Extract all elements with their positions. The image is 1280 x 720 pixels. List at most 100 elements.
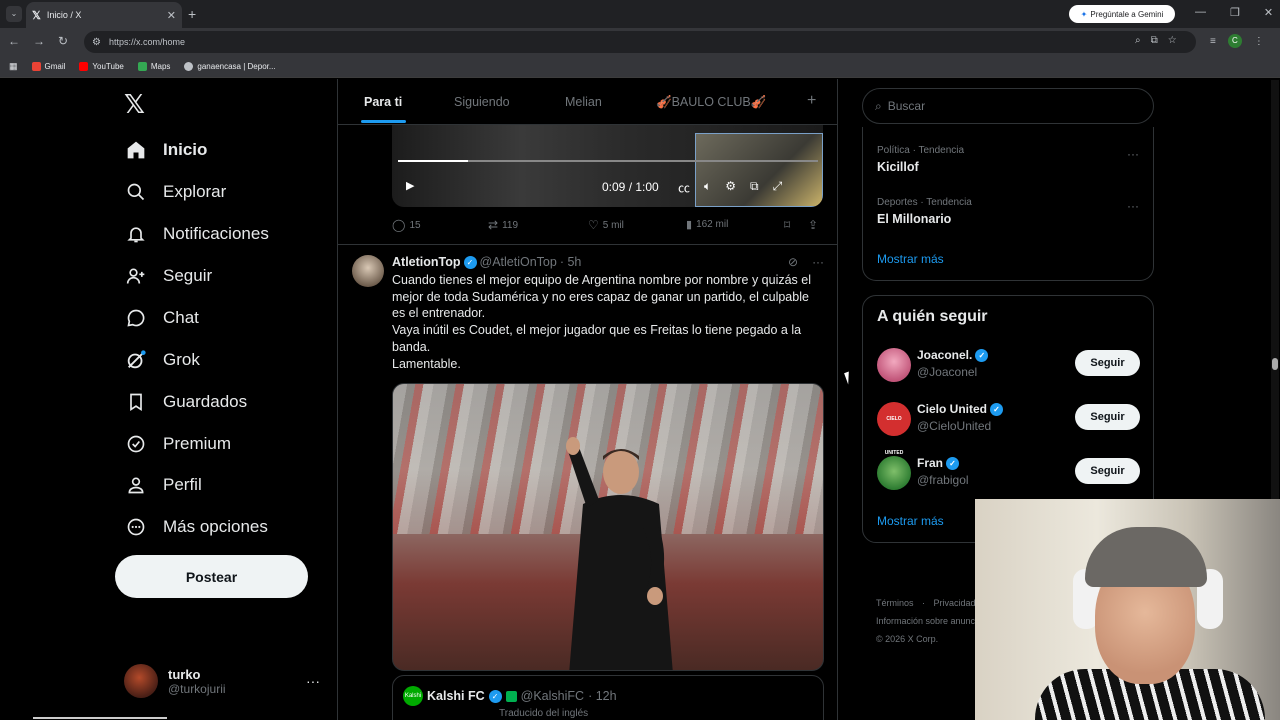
more-icon[interactable]: ··· xyxy=(306,673,320,689)
follow-suggestion[interactable]: Fran ✓ @frabigol Seguir xyxy=(877,456,1143,492)
nav-grok[interactable]: Grok xyxy=(125,345,200,375)
bookmark-post-icon[interactable]: ⌑ xyxy=(784,218,790,232)
bookmarks-bar: ▦ Gmail YouTube Maps ganaencasa | Depor.… xyxy=(0,56,1280,78)
account-info: turko @turkojurii xyxy=(168,667,226,696)
quoted-author-name: Kalshi FC xyxy=(427,689,485,703)
more-icon[interactable]: ··· xyxy=(1127,199,1139,213)
tab-search-button[interactable]: ⌄ xyxy=(6,6,22,22)
more-icon[interactable]: ··· xyxy=(812,255,824,269)
account-switcher[interactable]: turko @turkojurii ··· xyxy=(124,664,320,698)
repost-button[interactable]: ⇄ 119 xyxy=(488,218,518,232)
new-tab-button[interactable]: + xyxy=(188,6,196,22)
quoted-post-header: Kalshi Kalshi FC ✓ @KalshiFC · 12h xyxy=(403,686,617,706)
profile-avatar[interactable]: C xyxy=(1227,34,1242,48)
bookmark-ganaencasa[interactable]: ganaencasa | Depor... xyxy=(184,62,276,71)
suggestion-handle: @frabigol xyxy=(917,473,969,487)
nav-explore[interactable]: Explorar xyxy=(125,177,226,207)
forward-icon[interactable]: → xyxy=(33,34,45,48)
verified-icon: ✓ xyxy=(463,255,477,269)
home-icon xyxy=(125,139,147,161)
x-logo-icon[interactable]: 𝕏 xyxy=(124,90,145,120)
trend-item[interactable]: Deportes · Tendencia El Millonario xyxy=(877,197,972,226)
grok-explain-icon[interactable]: ⊘ xyxy=(788,255,798,269)
nav-bookmarks[interactable]: Guardados xyxy=(125,387,247,417)
nav-premium[interactable]: Premium xyxy=(125,429,231,459)
minimize-icon[interactable]: — xyxy=(1195,6,1206,19)
bookmark-gmail[interactable]: Gmail xyxy=(31,62,65,71)
nav-profile[interactable]: Perfil xyxy=(125,470,202,500)
quoted-post[interactable]: Kalshi Kalshi FC ✓ @KalshiFC · 12h Tradu… xyxy=(392,675,824,720)
fullscreen-icon[interactable]: ⤢ xyxy=(773,179,783,196)
post-author-handle[interactable]: @AtletiOnTop xyxy=(480,255,557,269)
restore-icon[interactable]: ❐ xyxy=(1230,6,1240,19)
follow-suggestion[interactable]: Joaconel. ✓ @Joaconel Seguir xyxy=(877,348,1143,384)
privacy-link[interactable]: Privacidad xyxy=(934,598,976,608)
tab-para-ti[interactable]: Para ti xyxy=(364,95,402,109)
feed-tabs: Para ti Siguiendo Melian 🎻BAULO CLUB🎻 + xyxy=(338,79,837,125)
nav-more-options[interactable]: Más opciones xyxy=(125,512,268,542)
share-icon[interactable]: ⇪ xyxy=(808,218,818,232)
translation-label: Traducido del inglés xyxy=(499,708,589,719)
reply-button[interactable]: ◯ 15 xyxy=(392,218,421,232)
follow-button[interactable]: Seguir xyxy=(1075,350,1140,376)
tab-baulo-club[interactable]: 🎻BAULO CLUB🎻 xyxy=(656,95,766,110)
apps-icon[interactable]: ▦ xyxy=(9,61,18,72)
menu-icon[interactable]: ⋮ xyxy=(1254,36,1264,47)
video-progress-bar[interactable] xyxy=(398,160,818,162)
account-name: turko xyxy=(168,666,201,682)
pip-icon[interactable]: ⧉ xyxy=(750,179,759,196)
follow-suggestion[interactable]: CIELO UNITED Cielo United ✓ @CieloUnited … xyxy=(877,402,1143,456)
gemini-button[interactable]: ✦ Pregúntale a Gemini xyxy=(1069,5,1175,23)
reload-icon[interactable]: ↻ xyxy=(58,34,68,48)
avatar[interactable] xyxy=(352,255,384,287)
show-more-trends-link[interactable]: Mostrar más xyxy=(877,252,944,266)
post-image[interactable] xyxy=(392,383,824,671)
tab-siguiendo[interactable]: Siguiendo xyxy=(454,95,510,109)
show-more-suggestions-link[interactable]: Mostrar más xyxy=(877,514,944,528)
add-tab-icon[interactable]: + xyxy=(807,92,816,110)
trend-item[interactable]: Política · Tendencia Kicillof xyxy=(877,145,964,174)
media-icon[interactable]: ≡ xyxy=(1210,36,1216,47)
quoted-post-time: · 12h xyxy=(588,689,617,703)
post-button[interactable]: Postear xyxy=(115,555,308,598)
post-author-name[interactable]: AtletionTop xyxy=(392,255,461,269)
url-text: https://x.com/home xyxy=(108,37,185,47)
more-icon[interactable]: ··· xyxy=(1127,147,1139,161)
search-input[interactable]: ⌕ Buscar xyxy=(862,88,1154,124)
youtube-icon xyxy=(79,62,89,71)
volume-icon[interactable]: 🔈︎ xyxy=(704,179,711,196)
video-player[interactable]: ▶ 0:09 / 1:00 ㏄ 🔈︎ ⚙ ⧉ ⤢ xyxy=(392,125,823,207)
zoom-icon[interactable]: ⌕ xyxy=(1135,35,1141,46)
settings-icon[interactable]: ⚙ xyxy=(725,179,736,196)
follow-button[interactable]: Seguir xyxy=(1075,458,1140,484)
captions-icon[interactable]: ㏄ xyxy=(678,179,690,196)
back-icon[interactable]: ← xyxy=(8,34,20,48)
scrollbar-thumb[interactable] xyxy=(1272,358,1278,370)
repost-icon: ⇄ xyxy=(488,218,499,232)
post-header-actions: ⊘ ··· xyxy=(788,255,824,269)
tab-melian[interactable]: Melian xyxy=(565,95,602,109)
play-icon[interactable]: ▶ xyxy=(406,179,414,192)
close-window-icon[interactable]: ✕ xyxy=(1264,6,1273,19)
nav-notifications[interactable]: Notificaciones xyxy=(125,219,269,249)
nav-chat[interactable]: Chat xyxy=(125,303,199,333)
bookmark-youtube[interactable]: YouTube xyxy=(79,62,124,71)
search-icon: ⌕ xyxy=(875,98,882,113)
video-progress-fill xyxy=(398,160,468,162)
gemini-icon: ✦ xyxy=(1080,9,1088,19)
site-info-icon[interactable]: ⚙ xyxy=(92,37,101,48)
star-icon[interactable]: ☆ xyxy=(1168,35,1177,46)
close-tab-icon[interactable]: ✕ xyxy=(167,9,176,22)
address-bar[interactable]: ⚙ https://x.com/home xyxy=(84,31,1196,53)
install-icon[interactable]: ⧉ xyxy=(1151,35,1158,46)
post-time[interactable]: · 5h xyxy=(560,255,582,269)
follow-button[interactable]: Seguir xyxy=(1075,404,1140,430)
bookmark-maps[interactable]: Maps xyxy=(137,62,170,71)
browser-tab[interactable]: 𝕏 Inicio / X ✕ xyxy=(26,2,182,28)
like-button[interactable]: ♡ 5 mil xyxy=(588,218,624,232)
trend-meta: Deportes · Tendencia xyxy=(877,197,972,208)
views-button[interactable]: ▮ 162 mil xyxy=(686,218,728,231)
nav-home[interactable]: Inicio xyxy=(125,135,207,165)
terms-link[interactable]: Términos xyxy=(876,598,914,608)
nav-follow[interactable]: Seguir xyxy=(125,261,212,291)
